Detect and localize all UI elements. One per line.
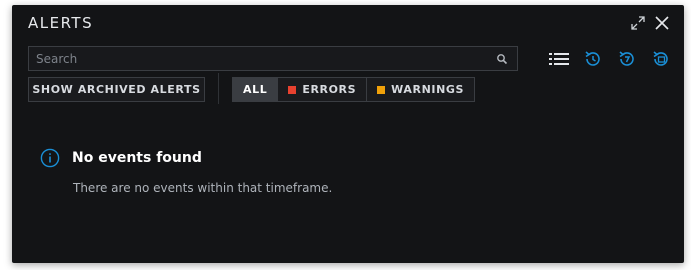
filter-all-label: ALL [243, 83, 268, 96]
filter-warnings-label: WARNINGS [391, 83, 465, 96]
search-box [28, 46, 518, 71]
error-square-icon [288, 85, 297, 94]
filter-warnings-button[interactable]: WARNINGS [367, 78, 475, 101]
filter-errors-label: ERRORS [302, 83, 357, 96]
empty-state-title: No events found [72, 150, 202, 166]
toolbar-divider [218, 73, 219, 104]
show-archived-alerts-button[interactable]: SHOW ARCHIVED ALERTS [28, 77, 205, 102]
empty-state-header: No events found [40, 148, 202, 168]
clock-icon[interactable] [617, 49, 637, 69]
severity-filter-group: ALL ERRORS WARNINGS [232, 77, 476, 102]
panel-title: ALERTS [28, 14, 94, 32]
toolbar [549, 49, 671, 69]
history-icon[interactable] [583, 49, 603, 69]
search-input[interactable] [29, 46, 493, 71]
filter-errors-button[interactable]: ERRORS [278, 78, 368, 101]
window-controls [630, 15, 670, 31]
alerts-panel: ALERTS Search SHOW ARCHIVED ALERTS ALL E… [12, 5, 684, 263]
calendar-history-icon[interactable] [651, 49, 671, 69]
expand-icon[interactable] [630, 15, 646, 31]
close-icon[interactable] [654, 15, 670, 31]
search-icon[interactable] [493, 53, 511, 65]
empty-state-message: There are no events within that timefram… [73, 181, 333, 195]
info-icon [40, 148, 60, 168]
warning-square-icon [377, 85, 386, 94]
filter-all-button[interactable]: ALL [233, 78, 279, 101]
list-icon[interactable] [549, 52, 569, 66]
